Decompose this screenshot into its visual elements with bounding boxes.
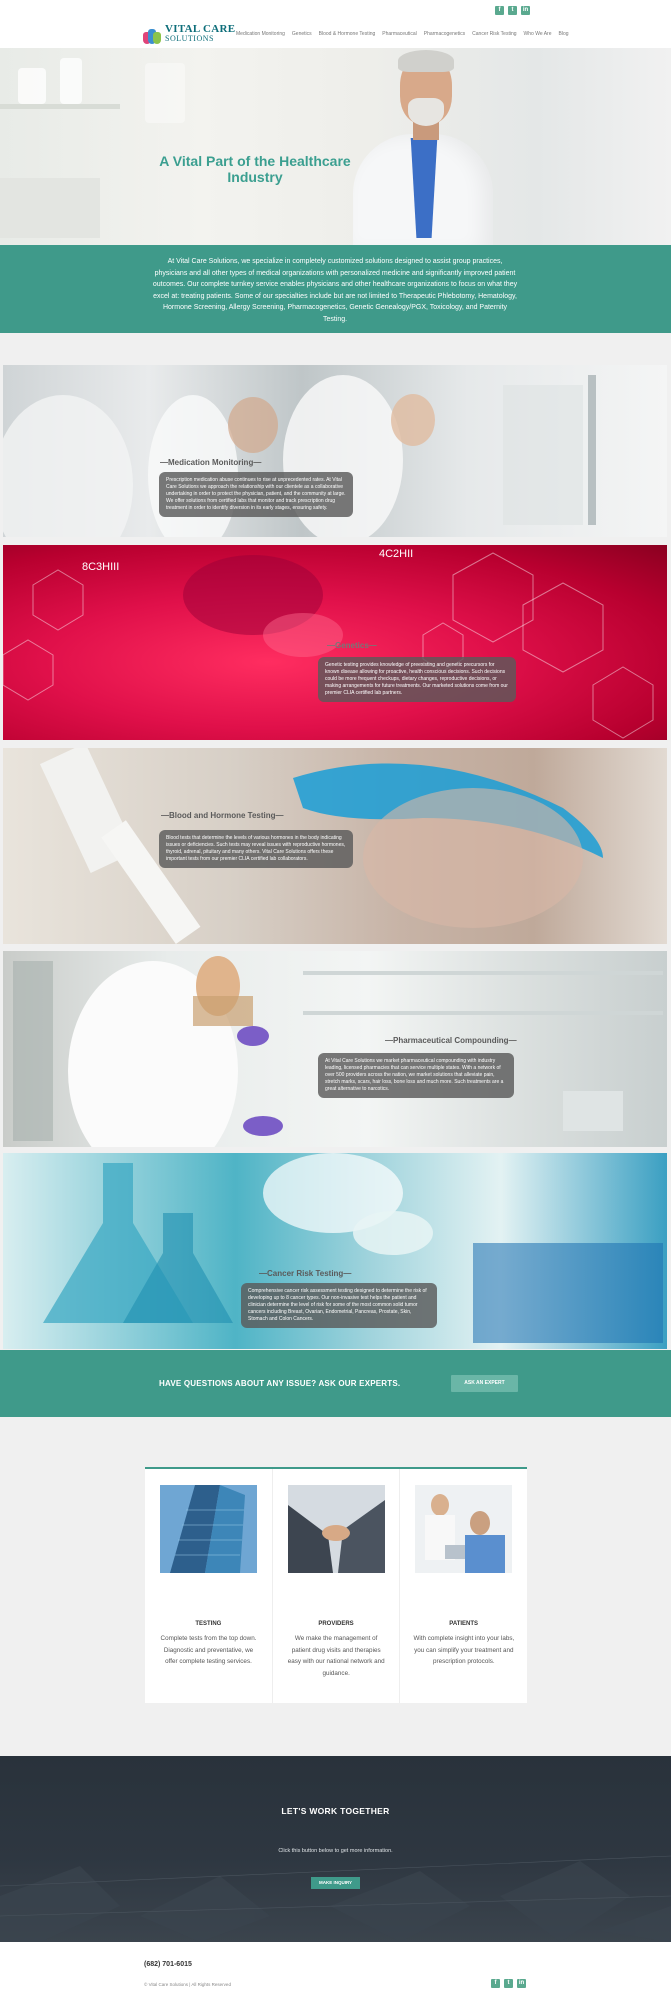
hero-jar-image	[18, 68, 46, 104]
top-bar: f t in VITAL CARE SOLUTIONS Medication M…	[0, 0, 671, 52]
hero-bottle-image	[60, 58, 82, 104]
cta-question: HAVE QUESTIONS ABOUT ANY ISSUE? ASK OUR …	[159, 1379, 401, 1388]
pharmaceutical-lab-image	[13, 956, 663, 1147]
footer-copyright: © Vital Care Solutions | All Rights Rese…	[144, 1982, 231, 1987]
service-panel-blood-hormone: —Blood and Hormone Testing— Blood tests …	[3, 748, 667, 944]
footer-phone[interactable]: (682) 701-6015	[144, 1961, 192, 1968]
card-description: Complete tests from the top down. Diagno…	[160, 1635, 257, 1665]
ask-expert-band: HAVE QUESTIONS ABOUT ANY ISSUE? ASK OUR …	[0, 1350, 671, 1417]
logo-line-2: SOLUTIONS	[165, 33, 214, 43]
intro-text: At Vital Care Solutions, we specialize i…	[152, 258, 518, 323]
facebook-icon[interactable]: f	[495, 6, 504, 15]
intro-band: At Vital Care Solutions, we specialize i…	[0, 245, 671, 333]
building-image	[160, 1485, 257, 1573]
facebook-icon[interactable]: f	[491, 1979, 500, 1988]
patients-consult-image	[415, 1485, 513, 1573]
card-description: We make the management of patient drug v…	[287, 1635, 385, 1677]
header-social-links: f t in	[495, 6, 530, 15]
work-together-subtext: Click this button below to get more info…	[278, 1848, 393, 1854]
hero-banner: A Vital Part of the Healthcare Industry	[0, 48, 671, 245]
nav-blood-hormone-testing[interactable]: Blood & Hormone Testing	[319, 31, 376, 37]
site-logo[interactable]: VITAL CARE SOLUTIONS	[143, 22, 235, 44]
service-title: —Pharmaceutical Compounding—	[385, 1036, 517, 1045]
card-title: TESTING	[195, 1621, 222, 1627]
service-panel-medication-monitoring: —Medication Monitoring— Prescription med…	[3, 365, 667, 537]
nav-pharmacogenetics[interactable]: Pharmacogenetics	[424, 31, 465, 37]
handshake-image	[287, 1485, 385, 1573]
twitter-icon[interactable]: t	[504, 1979, 513, 1988]
nav-pharmaceutical[interactable]: Pharmaceutical	[382, 31, 416, 37]
main-nav: Medication Monitoring Genetics Blood & H…	[236, 31, 569, 37]
service-title: —Blood and Hormone Testing—	[161, 811, 284, 820]
nav-genetics[interactable]: Genetics	[292, 31, 312, 37]
doctor-image	[335, 48, 505, 245]
work-together-section: LET'S WORK TOGETHER Click this button be…	[0, 1756, 671, 1942]
ask-expert-button[interactable]: ASK AN EXPERT	[451, 1375, 518, 1392]
service-description: Comprehensive cancer risk assessment tes…	[241, 1283, 437, 1328]
work-together-heading: LET'S WORK TOGETHER	[281, 1806, 390, 1816]
logo-text: VITAL CARE SOLUTIONS	[165, 22, 236, 43]
site-footer: (682) 701-6015 © Vital Care Solutions | …	[0, 1942, 671, 2000]
card-providers: PROVIDERS We make the management of pati…	[273, 1469, 401, 1703]
service-title: —Medication Monitoring—	[160, 458, 262, 467]
hero-bottle-image	[145, 63, 185, 123]
twitter-icon[interactable]: t	[508, 6, 517, 15]
feature-cards: TESTING Complete tests from the top down…	[145, 1467, 527, 1703]
card-title: PROVIDERS	[318, 1621, 354, 1627]
service-panel-genetics: 8C3HIII 4C2HII —Genetics— Genetic testin…	[3, 545, 667, 740]
service-description: Prescription medication abuse continues …	[159, 472, 353, 517]
footer-social-links: f t in	[491, 1979, 526, 1988]
service-description: Genetic testing provides knowledge of pr…	[318, 657, 516, 702]
service-title: —Cancer Risk Testing—	[259, 1269, 352, 1278]
card-patients: PATIENTS With complete insight into your…	[400, 1469, 527, 1703]
card-testing: TESTING Complete tests from the top down…	[145, 1469, 273, 1703]
hero-counter	[0, 178, 100, 238]
service-title: —Genetics—	[327, 641, 377, 650]
hero-shelf	[0, 104, 120, 109]
logo-flask-icon	[143, 22, 161, 44]
linkedin-icon[interactable]: in	[517, 1979, 526, 1988]
nav-blog[interactable]: Blog	[559, 31, 569, 37]
nav-who-we-are[interactable]: Who We Are	[524, 31, 552, 37]
card-description: With complete insight into your labs, yo…	[413, 1635, 515, 1665]
linkedin-icon[interactable]: in	[521, 6, 530, 15]
service-description: At Vital Care Solutions we market pharma…	[318, 1053, 514, 1098]
hero-title: A Vital Part of the Healthcare Industry	[159, 153, 351, 185]
card-title: PATIENTS	[449, 1621, 479, 1627]
logo-line-1: VITAL CARE	[165, 22, 236, 35]
make-inquiry-button[interactable]: MAKE INQUIRY	[311, 1877, 360, 1889]
service-description: Blood tests that determine the levels of…	[159, 830, 353, 868]
genetics-overlay-label-left: 8C3HIII	[82, 561, 120, 573]
genetics-overlay-label-right: 4C2HII	[379, 548, 414, 560]
nav-medication-monitoring[interactable]: Medication Monitoring	[236, 31, 285, 37]
service-panel-pharmaceutical: —Pharmaceutical Compounding— At Vital Ca…	[3, 951, 667, 1147]
service-panel-cancer-risk: —Cancer Risk Testing— Comprehensive canc…	[3, 1153, 667, 1349]
nav-cancer-risk-testing[interactable]: Cancer Risk Testing	[472, 31, 516, 37]
